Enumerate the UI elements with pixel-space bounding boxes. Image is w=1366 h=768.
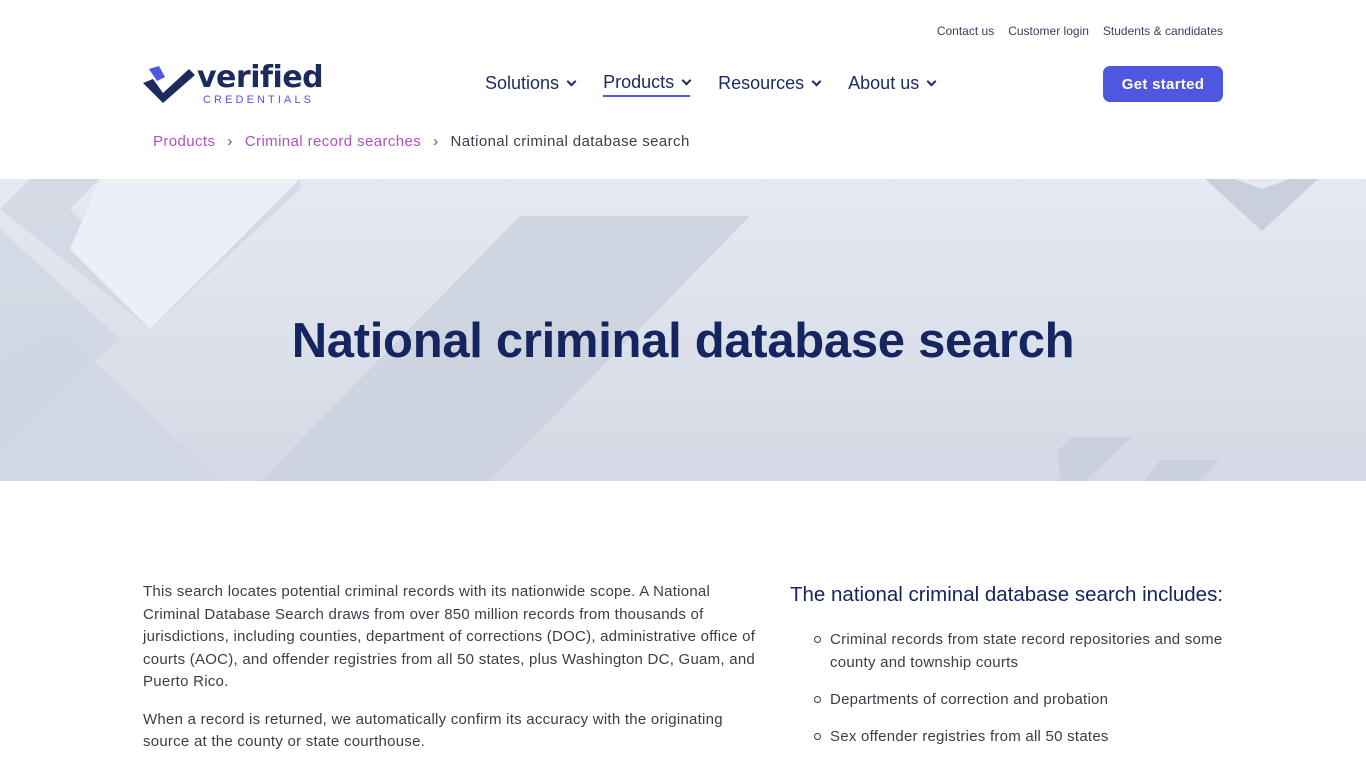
list-item: Criminal records from state record repos… bbox=[790, 628, 1230, 674]
intro-paragraph: When a record is returned, we automatica… bbox=[143, 710, 723, 751]
hero-banner: National criminal database search bbox=[0, 179, 1366, 481]
nav-products[interactable]: Products bbox=[603, 72, 692, 97]
nav-products-label: Products bbox=[603, 72, 675, 92]
breadcrumb-separator-icon: › bbox=[433, 133, 439, 150]
includes-section: The national criminal database search in… bbox=[790, 581, 1230, 762]
logo-subtitle: CREDENTIALS bbox=[203, 94, 315, 106]
get-started-button[interactable]: Get started bbox=[1103, 66, 1223, 102]
customer-login-link[interactable]: Customer login bbox=[1008, 24, 1089, 38]
nav-resources[interactable]: Resources bbox=[718, 72, 822, 97]
nav-about-us[interactable]: About us bbox=[848, 72, 937, 97]
includes-list: Criminal records from state record repos… bbox=[790, 628, 1230, 748]
intro-paragraph: This search locates potential criminal r… bbox=[143, 583, 756, 690]
breadcrumb-separator-icon: › bbox=[227, 133, 233, 150]
chevron-down-icon bbox=[926, 76, 937, 86]
nav-resources-label: Resources bbox=[718, 73, 805, 93]
list-item: Departments of correction and probation bbox=[790, 688, 1230, 711]
logo[interactable]: verified CREDENTIALS bbox=[143, 60, 324, 106]
nav-solutions[interactable]: Solutions bbox=[485, 72, 577, 97]
checkmark-logo-icon bbox=[143, 66, 195, 103]
main-nav: Solutions Products Resources About us bbox=[485, 72, 937, 97]
students-candidates-link[interactable]: Students & candidates bbox=[1103, 24, 1223, 38]
utility-nav: Contact us Customer login Students & can… bbox=[937, 24, 1223, 38]
nav-solutions-label: Solutions bbox=[485, 73, 560, 93]
chevron-down-icon bbox=[566, 76, 577, 86]
breadcrumb-current: National criminal database search bbox=[450, 133, 690, 150]
page-title: National criminal database search bbox=[291, 314, 1075, 368]
intro-text: This search locates potential criminal r… bbox=[143, 581, 758, 754]
list-item: Sex offender registries from all 50 stat… bbox=[790, 725, 1230, 748]
breadcrumb-products-link[interactable]: Products bbox=[153, 133, 215, 150]
contact-us-link[interactable]: Contact us bbox=[937, 24, 994, 38]
nav-about-us-label: About us bbox=[848, 73, 920, 93]
chevron-down-icon bbox=[681, 75, 692, 85]
logo-wordmark: verified bbox=[197, 60, 324, 95]
includes-heading: The national criminal database search in… bbox=[790, 583, 1224, 606]
chevron-down-icon bbox=[811, 76, 822, 86]
breadcrumb-criminal-record-searches-link[interactable]: Criminal record searches bbox=[245, 133, 421, 150]
breadcrumb: Products › Criminal record searches › Na… bbox=[153, 133, 690, 150]
